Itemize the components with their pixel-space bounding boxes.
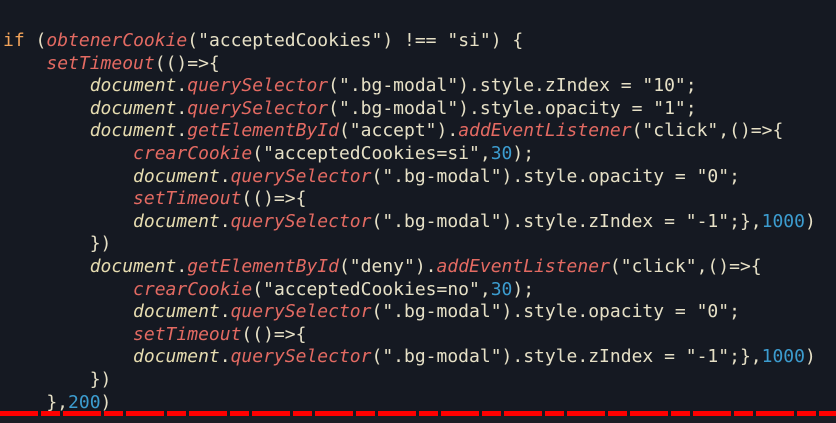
code-line: }) bbox=[3, 233, 816, 256]
code-line: document.querySelector(".bg-modal").styl… bbox=[3, 75, 816, 98]
code-token: }) bbox=[3, 233, 112, 255]
code-token: (".bg-modal").style.zIndex = "10"; bbox=[328, 75, 697, 97]
code-line: }) bbox=[3, 369, 816, 392]
code-token: ); bbox=[512, 142, 535, 164]
code-token: querySelector bbox=[187, 97, 329, 119]
code-token: ) bbox=[100, 391, 112, 413]
code-token: . bbox=[176, 120, 188, 142]
code-line: document.querySelector(".bg-modal").styl… bbox=[3, 98, 816, 121]
code-token: }) bbox=[3, 368, 112, 390]
code-token: (".bg-modal").style.zIndex = "-1";}, bbox=[371, 346, 762, 368]
code-token: . bbox=[176, 255, 188, 277]
code-line: crearCookie("acceptedCookies=no",30); bbox=[3, 279, 816, 302]
video-controls-strip bbox=[0, 416, 836, 423]
code-token: document bbox=[133, 346, 220, 368]
code-token: (".bg-modal").style.opacity = "0"; bbox=[371, 301, 740, 323]
code-token: (()=>{ bbox=[154, 52, 220, 74]
code-token: 30 bbox=[490, 278, 513, 300]
code-token: document bbox=[133, 165, 220, 187]
code-token: 1000 bbox=[761, 346, 805, 368]
code-line: document.querySelector(".bg-modal").styl… bbox=[3, 211, 816, 234]
code-token: 1000 bbox=[761, 210, 805, 232]
code-token: ) bbox=[804, 346, 816, 368]
code-token: setTimeout bbox=[46, 52, 155, 74]
code-token: document bbox=[89, 120, 177, 142]
code-token: ("acceptedCookies=si", bbox=[252, 142, 491, 164]
code-token: ("acceptedCookies=no", bbox=[252, 278, 491, 300]
code-token: obtenerCookie bbox=[46, 30, 188, 51]
code-token: if bbox=[3, 30, 25, 51]
code-token: (()=>{ bbox=[241, 188, 307, 210]
code-token: (".bg-modal").style.zIndex = "-1";}, bbox=[371, 210, 762, 232]
code-token: document bbox=[89, 97, 177, 119]
code-token: document bbox=[89, 255, 177, 277]
code-token: crearCookie bbox=[133, 142, 253, 164]
code-line: setTimeout(()=>{ bbox=[3, 324, 816, 347]
code-token: 200 bbox=[68, 391, 101, 413]
code-token: . bbox=[219, 210, 231, 232]
code-token: querySelector bbox=[230, 165, 372, 187]
code-token: . bbox=[219, 165, 231, 187]
code-token: ("click",()=>{ bbox=[631, 120, 784, 142]
code-editor: if (obtenerCookie("acceptedCookies") !==… bbox=[3, 30, 816, 414]
code-token: document bbox=[133, 210, 220, 232]
code-token: getElementById bbox=[187, 120, 339, 142]
code-token: querySelector bbox=[230, 301, 372, 323]
code-token: ("deny"). bbox=[338, 255, 437, 277]
code-line: if (obtenerCookie("acceptedCookies") !==… bbox=[3, 30, 816, 53]
code-line: crearCookie("acceptedCookies=si",30); bbox=[3, 143, 816, 166]
code-line: document.getElementById("deny").addEvent… bbox=[3, 256, 816, 279]
code-token: . bbox=[219, 301, 231, 323]
code-token: ("click",()=>{ bbox=[609, 255, 762, 277]
code-token: (()=>{ bbox=[241, 323, 307, 345]
code-token: setTimeout bbox=[133, 188, 242, 210]
code-line: setTimeout(()=>{ bbox=[3, 188, 816, 211]
code-token: (".bg-modal").style.opacity = "1"; bbox=[328, 97, 697, 119]
code-token: querySelector bbox=[187, 75, 329, 97]
code-token: }, bbox=[3, 391, 69, 413]
code-token: ("acceptedCookies") !== "si") { bbox=[187, 30, 524, 51]
code-line: document.getElementById("accept").addEve… bbox=[3, 120, 816, 143]
code-token: 30 bbox=[490, 142, 513, 164]
code-token: (".bg-modal").style.opacity = "0"; bbox=[371, 165, 740, 187]
code-token: querySelector bbox=[230, 346, 372, 368]
code-token: getElementById bbox=[187, 255, 339, 277]
code-line: setTimeout(()=>{ bbox=[3, 53, 816, 76]
code-line: document.querySelector(".bg-modal").styl… bbox=[3, 166, 816, 189]
code-line: document.querySelector(".bg-modal").styl… bbox=[3, 301, 816, 324]
code-token: ) bbox=[804, 210, 816, 232]
code-token: querySelector bbox=[230, 210, 372, 232]
code-token: crearCookie bbox=[133, 278, 253, 300]
code-token: . bbox=[219, 346, 231, 368]
code-token: document bbox=[133, 301, 220, 323]
code-token: ); bbox=[512, 278, 535, 300]
code-token: addEventListener bbox=[436, 255, 610, 277]
code-line: document.querySelector(".bg-modal").styl… bbox=[3, 346, 816, 369]
code-token: . bbox=[176, 75, 188, 97]
code-token: addEventListener bbox=[458, 120, 632, 142]
code-token: ( bbox=[24, 30, 47, 51]
code-token: . bbox=[176, 97, 188, 119]
code-token: ("accept"). bbox=[338, 120, 459, 142]
code-token: setTimeout bbox=[133, 323, 242, 345]
code-token: document bbox=[89, 75, 177, 97]
